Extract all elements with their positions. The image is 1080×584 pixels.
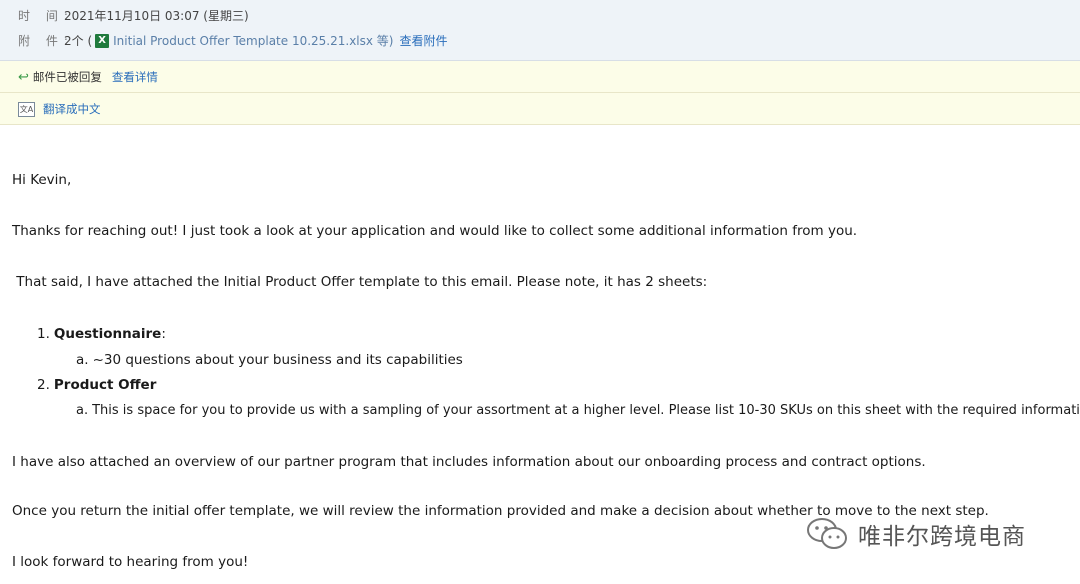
attachment-name[interactable]: Initial Product Offer Template 10.25.21.… [113, 32, 393, 49]
attachment-count: 2个 ( [64, 34, 93, 48]
list-item-suffix: : [161, 326, 166, 342]
list-item-title: Product Offer [53, 377, 157, 393]
list-item-2: 2. Product Offer [37, 377, 156, 393]
list-number: 2. [37, 377, 50, 393]
view-details-link[interactable]: 查看详情 [112, 69, 158, 85]
attachment-row: 附 件: 2个 ( X Initial Product Offer Templa… [18, 32, 448, 49]
replied-notice-bar: ↩ 邮件已被回复 查看详情 [0, 61, 1080, 93]
replied-text: 邮件已被回复 [32, 70, 102, 84]
email-paragraph-3: I have also attached an overview of our … [12, 454, 926, 470]
time-label: 时 间: [18, 9, 74, 23]
translate-bar: 文A 翻译成中文 [0, 93, 1080, 125]
sub-list-letter: a. [76, 403, 89, 418]
sub-list-item-2: a. This is space for you to provide us wi… [76, 403, 1080, 418]
sub-list-text: ~30 questions about your business and it… [92, 352, 463, 368]
list-item-title: Questionnaire [53, 326, 162, 342]
sub-list-item-1: a. ~30 questions about your business and … [76, 352, 463, 368]
list-number: 1. [37, 326, 50, 342]
watermark-text: 唯非尔跨境电商 [858, 524, 1026, 550]
sub-list-text: This is space for you to provide us with… [92, 403, 1080, 418]
email-header: 时 间: 2021年11月10日 03:07 (星期三) 附 件: 2个 ( X… [0, 0, 1080, 61]
excel-file-icon: X [95, 33, 110, 48]
sub-list-letter: a. [76, 352, 89, 368]
list-item-1: 1. Questionnaire: [37, 326, 166, 342]
time-row: 时 间: 2021年11月10日 03:07 (星期三) [18, 7, 249, 24]
view-attachments-link[interactable]: 查看附件 [400, 32, 448, 49]
time-value: 2021年11月10日 03:07 (星期三) [64, 9, 249, 23]
wechat-logo-icon [806, 515, 850, 553]
email-greeting: Hi Kevin, [12, 172, 72, 188]
email-paragraph-1: Thanks for reaching out! I just took a l… [12, 223, 858, 239]
reply-arrow-icon: ↩ [18, 69, 29, 85]
translate-icon: 文A [18, 101, 35, 117]
attachment-label: 附 件: [18, 34, 74, 48]
watermark: 唯非尔跨境电商 [806, 515, 1026, 553]
translate-link[interactable]: 翻译成中文 [43, 101, 101, 117]
email-closing: I look forward to hearing from you! [12, 554, 249, 570]
email-paragraph-2: That said, I have attached the Initial P… [12, 274, 708, 290]
